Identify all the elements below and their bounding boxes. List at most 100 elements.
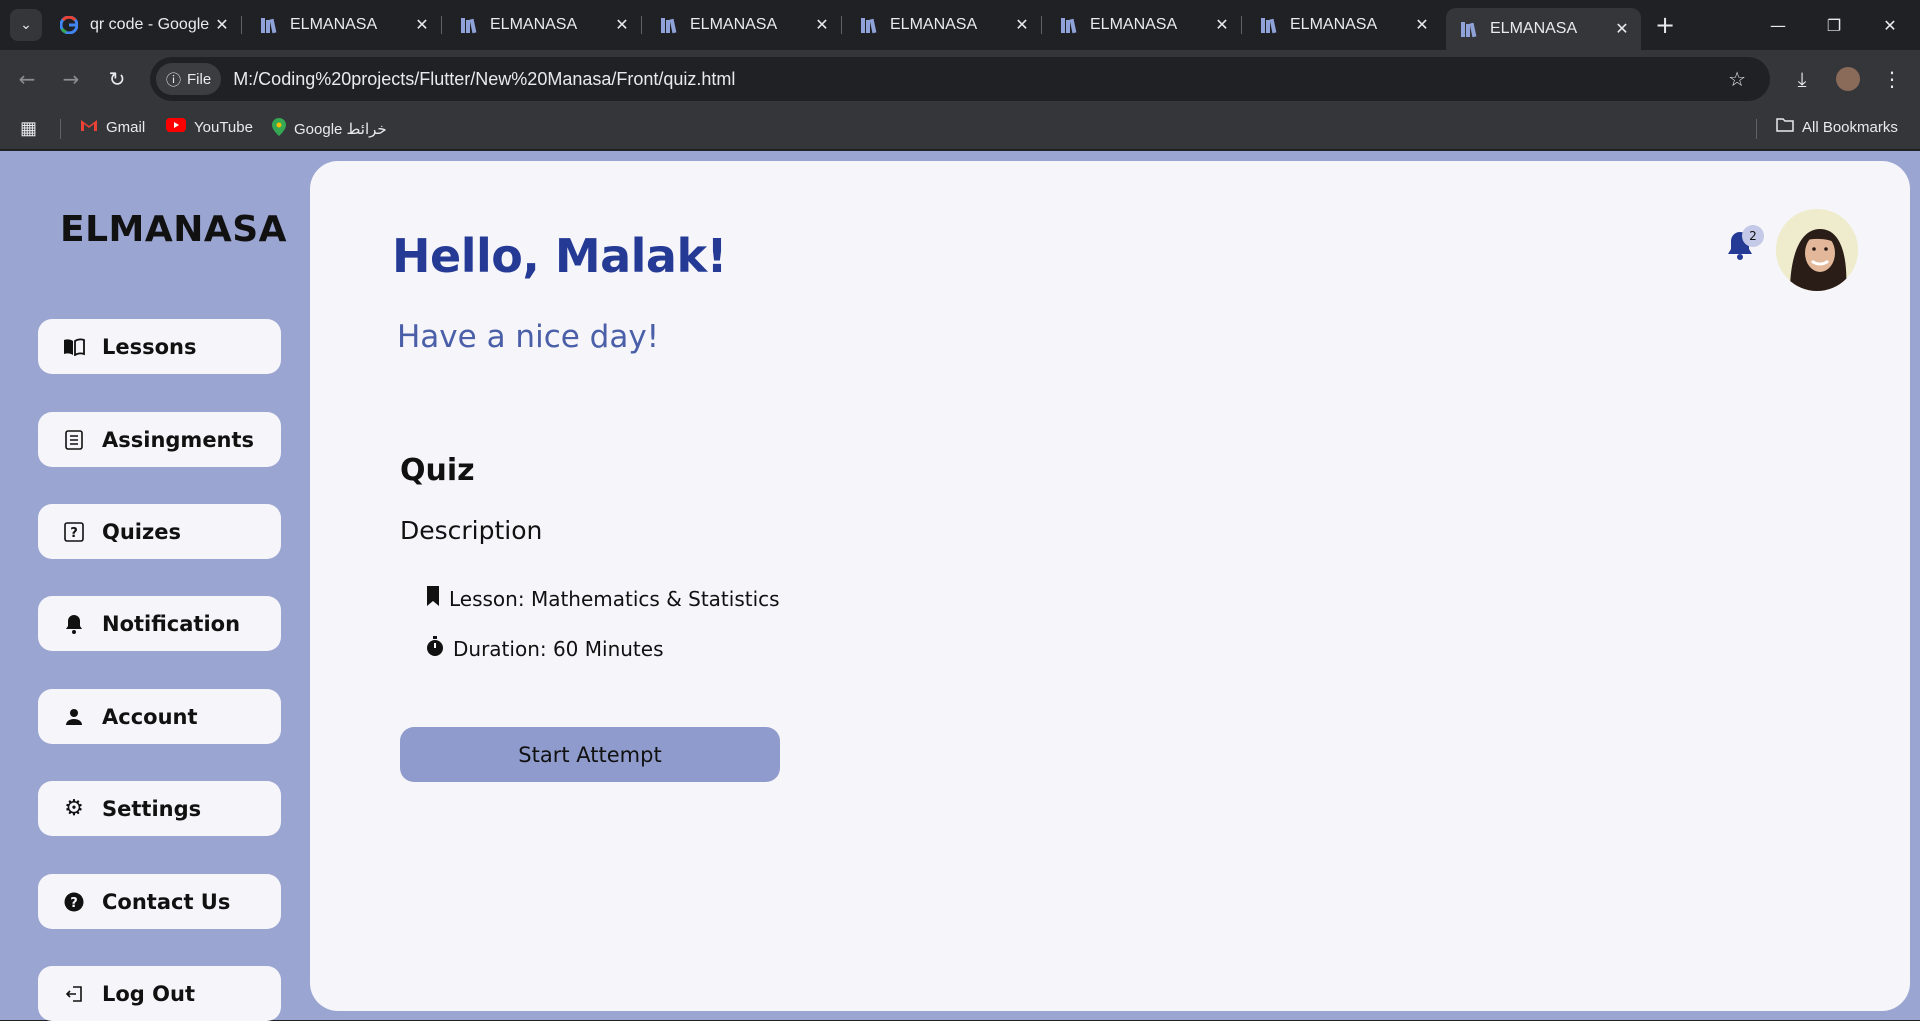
svg-text:?: ? bbox=[70, 526, 78, 541]
arrow-right-icon: → bbox=[62, 67, 80, 91]
bell-icon bbox=[1725, 232, 1755, 266]
description-heading: Description bbox=[400, 516, 543, 545]
tab-elmanasa[interactable]: ELMANASA ✕ bbox=[446, 8, 642, 42]
close-icon[interactable]: ✕ bbox=[213, 15, 231, 35]
logout-icon bbox=[62, 982, 86, 1006]
sidebar-item-label: Quizes bbox=[102, 519, 181, 544]
sidebar-item-label: Contact Us bbox=[102, 889, 231, 914]
tab-google[interactable]: qr code - Google ✕ bbox=[46, 8, 242, 42]
sidebar-item-log-out[interactable]: Log Out bbox=[38, 966, 281, 1021]
app-logo: ELMANASA bbox=[60, 209, 287, 250]
tab-elmanasa[interactable]: ELMANASA ✕ bbox=[846, 8, 1042, 42]
sidebar-item-label: Log Out bbox=[102, 981, 195, 1006]
app-page: ELMANASA Lessons Assingments ? Quizes No… bbox=[0, 151, 1920, 1021]
reload-icon: ↻ bbox=[108, 67, 126, 91]
profile-button[interactable] bbox=[1832, 63, 1864, 95]
sidebar-item-label: Account bbox=[102, 704, 198, 729]
star-icon[interactable]: ☆ bbox=[1728, 67, 1746, 91]
tab-title: ELMANASA bbox=[1090, 16, 1178, 33]
tab-title: ELMANASA bbox=[490, 16, 578, 33]
tab-elmanasa[interactable]: ELMANASA ✕ bbox=[1246, 8, 1441, 42]
all-bookmarks-button[interactable]: All Bookmarks bbox=[1776, 118, 1898, 136]
book-icon bbox=[62, 335, 86, 359]
close-icon[interactable]: ✕ bbox=[413, 15, 431, 35]
sidebar-item-notification[interactable]: Notification bbox=[38, 596, 281, 651]
bookmark-label: YouTube bbox=[194, 118, 253, 136]
list-icon bbox=[62, 428, 86, 452]
start-attempt-button[interactable]: Start Attempt bbox=[400, 727, 780, 782]
sidebar-item-label: Settings bbox=[102, 796, 202, 821]
arrow-left-icon: ← bbox=[18, 67, 36, 91]
google-icon bbox=[60, 16, 78, 34]
kebab-menu-icon: ⋮ bbox=[1882, 67, 1902, 91]
browser-toolbar: ← → ↻ ⓘ File M:/Coding%20projects/Flutte… bbox=[0, 50, 1920, 108]
bookmark-icon bbox=[425, 585, 441, 612]
site-chip-label: File bbox=[187, 70, 212, 88]
close-window-button[interactable]: ✕ bbox=[1862, 0, 1918, 50]
tab-strip: ⌄ qr code - Google ✕ ELMANASA ✕ ELMANASA… bbox=[0, 0, 1920, 50]
chevron-down-icon: ⌄ bbox=[20, 17, 32, 33]
close-icon[interactable]: ✕ bbox=[613, 15, 631, 35]
tab-title: ELMANASA bbox=[1290, 16, 1378, 33]
sidebar-item-quizes[interactable]: ? Quizes bbox=[38, 504, 281, 559]
restore-icon: ❐ bbox=[1826, 15, 1842, 35]
url-text[interactable]: M:/Coding%20projects/Flutter/New%20Manas… bbox=[233, 69, 735, 90]
greeting-heading: Hello, Malak! bbox=[392, 229, 728, 283]
sidebar-item-account[interactable]: Account bbox=[38, 689, 281, 744]
back-button[interactable]: ← bbox=[12, 64, 42, 94]
bookmark-youtube[interactable]: YouTube bbox=[166, 118, 253, 136]
close-icon[interactable]: ✕ bbox=[1413, 15, 1431, 35]
new-tab-button[interactable]: + bbox=[1650, 9, 1680, 41]
quiz-lesson-detail: Lesson: Mathematics & Statistics bbox=[425, 585, 780, 612]
profile-avatar-icon bbox=[1836, 67, 1860, 91]
close-icon[interactable]: ✕ bbox=[813, 15, 831, 35]
main-panel: Hello, Malak! Have a nice day! 2 Quiz De… bbox=[310, 161, 1910, 1011]
site-info-chip[interactable]: ⓘ File bbox=[156, 63, 222, 95]
question-icon: ? bbox=[62, 520, 86, 544]
reload-button[interactable]: ↻ bbox=[102, 64, 132, 94]
gmail-icon bbox=[80, 118, 98, 136]
bookmark-maps[interactable]: Google خرائط bbox=[272, 118, 387, 140]
books-icon bbox=[260, 16, 278, 34]
minimize-button[interactable]: — bbox=[1750, 0, 1806, 50]
restore-button[interactable]: ❐ bbox=[1806, 0, 1862, 50]
sidebar-item-contact-us[interactable]: ? Contact Us bbox=[38, 874, 281, 929]
sidebar-item-label: Assingments bbox=[102, 427, 255, 452]
sidebar-item-lessons[interactable]: Lessons bbox=[38, 319, 281, 374]
maps-pin-icon bbox=[272, 118, 286, 140]
quiz-heading: Quiz bbox=[400, 453, 475, 488]
tab-search-button[interactable]: ⌄ bbox=[10, 9, 42, 41]
apps-grid-icon: ▦ bbox=[20, 118, 38, 138]
sidebar-item-settings[interactable]: ⚙ Settings bbox=[38, 781, 281, 836]
bell-icon bbox=[62, 612, 86, 636]
books-icon bbox=[1260, 16, 1278, 34]
minimize-icon: — bbox=[1770, 15, 1786, 35]
address-bar[interactable]: ⓘ File M:/Coding%20projects/Flutter/New%… bbox=[150, 57, 1770, 101]
books-icon bbox=[1060, 16, 1078, 34]
bookmark-gmail[interactable]: Gmail bbox=[80, 118, 145, 136]
tab-title: ELMANASA bbox=[1490, 20, 1578, 37]
plus-icon: + bbox=[1654, 11, 1676, 39]
user-icon bbox=[62, 705, 86, 729]
tab-elmanasa[interactable]: ELMANASA ✕ bbox=[1046, 8, 1242, 42]
all-bookmarks-label: All Bookmarks bbox=[1802, 118, 1898, 136]
tab-elmanasa-active[interactable]: ELMANASA ✕ bbox=[1446, 8, 1641, 50]
forward-button[interactable]: → bbox=[56, 64, 86, 94]
apps-button[interactable]: ▦ bbox=[20, 118, 37, 139]
tab-elmanasa[interactable]: ELMANASA ✕ bbox=[646, 8, 842, 42]
notification-badge: 2 bbox=[1742, 225, 1764, 247]
help-circle-icon: ? bbox=[62, 890, 86, 914]
svg-text:?: ? bbox=[70, 896, 78, 911]
lesson-text: Lesson: Mathematics & Statistics bbox=[449, 586, 780, 611]
tab-elmanasa[interactable]: ELMANASA ✕ bbox=[246, 8, 442, 42]
sidebar-item-label: Notification bbox=[102, 611, 241, 636]
sidebar-item-assignments[interactable]: Assingments bbox=[38, 412, 281, 467]
download-button[interactable]: ⤓ bbox=[1786, 63, 1818, 95]
close-icon[interactable]: ✕ bbox=[1613, 19, 1631, 39]
stopwatch-icon bbox=[425, 635, 445, 662]
close-icon[interactable]: ✕ bbox=[1013, 15, 1031, 35]
info-icon: ⓘ bbox=[166, 71, 182, 89]
avatar[interactable] bbox=[1776, 209, 1858, 291]
close-icon[interactable]: ✕ bbox=[1213, 15, 1231, 35]
menu-button[interactable]: ⋮ bbox=[1876, 63, 1908, 95]
